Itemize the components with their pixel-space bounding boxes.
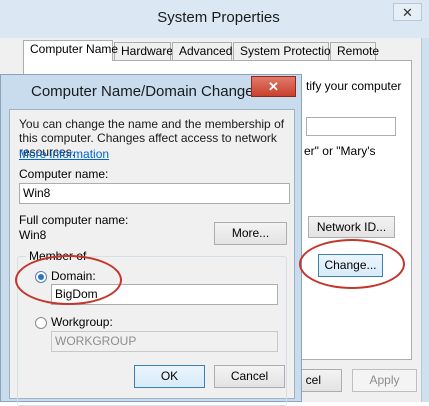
domain-radio[interactable] [35, 271, 47, 283]
dialog-title: Computer Name/Domain Changes [31, 83, 262, 100]
example-text-partial: er" or "Mary's [304, 144, 376, 158]
computer-name-input[interactable]: Win8 [19, 183, 290, 204]
more-information-link[interactable]: More information [19, 147, 109, 161]
ok-button[interactable]: OK [134, 365, 205, 388]
close-icon[interactable]: ✕ [251, 76, 296, 97]
full-computer-name-label: Full computer name: [19, 213, 129, 227]
workgroup-radio[interactable] [35, 317, 47, 329]
dialog-body: You can change the name and the membersh… [9, 109, 295, 406]
more-button[interactable]: More... [214, 222, 287, 245]
change-button[interactable]: Change... [318, 254, 383, 277]
network-id-button[interactable]: Network ID... [308, 216, 395, 238]
domain-input[interactable]: BigDom [51, 284, 278, 305]
workgroup-label: Workgroup: [51, 315, 113, 329]
close-icon[interactable]: ✕ [393, 3, 422, 21]
computer-name-label: Computer name: [19, 167, 109, 181]
workgroup-input[interactable]: WORKGROUP [51, 331, 278, 352]
system-properties-title: System Properties [157, 9, 280, 26]
system-properties-titlebar: System Properties ✕ [0, 0, 429, 38]
tab-advanced[interactable]: Advanced [172, 42, 232, 60]
tab-hardware[interactable]: Hardware [114, 42, 173, 60]
description-text-partial: tify your computer [306, 79, 402, 93]
cancel-button[interactable]: Cancel [214, 365, 285, 388]
full-computer-name-value: Win8 [19, 228, 47, 242]
domain-changes-dialog: Computer Name/Domain Changes ✕ You can c… [0, 74, 302, 406]
tab-computer-name[interactable]: Computer Name [23, 40, 118, 61]
member-of-label: Member of [26, 249, 90, 263]
tab-system-protection[interactable]: System Protection [233, 42, 337, 60]
apply-button[interactable]: Apply [352, 369, 417, 392]
computer-description-input[interactable] [306, 117, 396, 136]
tab-remote[interactable]: Remote [330, 42, 379, 60]
domain-label: Domain: [51, 269, 96, 283]
